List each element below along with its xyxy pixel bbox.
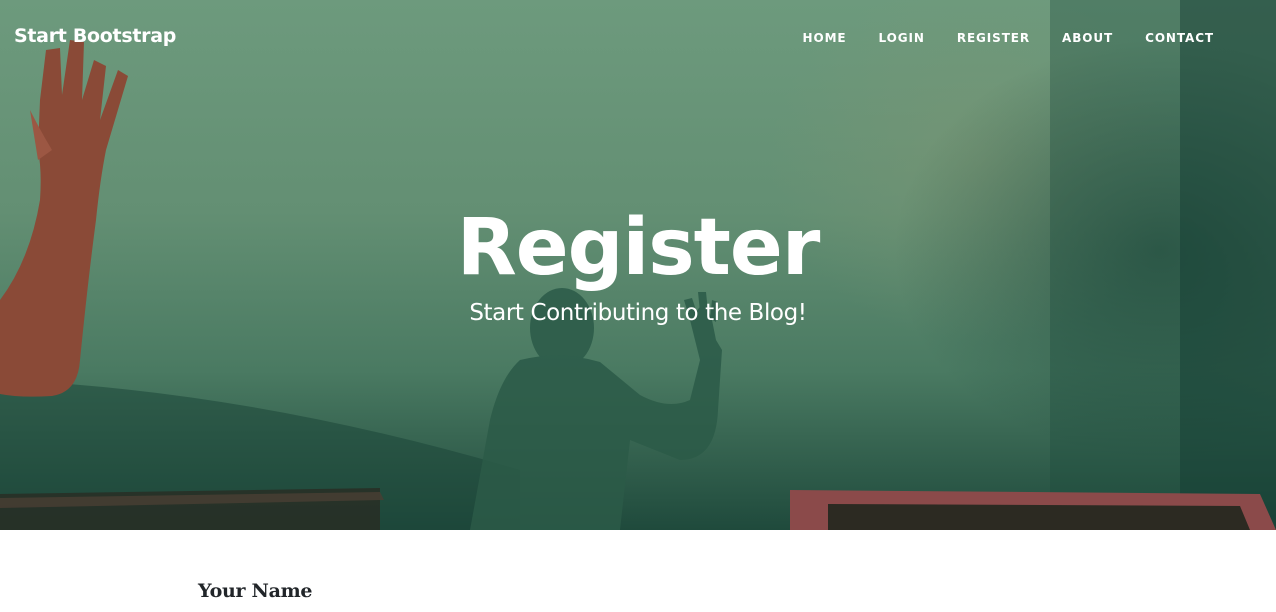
nav-link-register[interactable]: REGISTER <box>941 31 1046 45</box>
page-title: Register <box>456 203 821 293</box>
main-navbar: Start Bootstrap HOME LOGIN REGISTER ABOU… <box>0 0 1276 78</box>
nav-link-home[interactable]: HOME <box>787 31 863 45</box>
page-subtitle: Start Contributing to the Blog! <box>469 300 807 326</box>
page-header: Start Bootstrap HOME LOGIN REGISTER ABOU… <box>0 0 1276 530</box>
page-heading: Register Start Contributing to the Blog! <box>0 200 1276 328</box>
nav-link-about[interactable]: ABOUT <box>1046 31 1129 45</box>
nav-link-contact[interactable]: CONTACT <box>1129 31 1230 45</box>
brand-logo-link[interactable]: Start Bootstrap <box>14 25 176 47</box>
register-form-section: Your Name <box>0 530 1276 612</box>
nav-links: HOME LOGIN REGISTER ABOUT CONTACT <box>787 31 1230 45</box>
nav-link-login[interactable]: LOGIN <box>863 31 941 45</box>
name-field-label: Your Name <box>198 580 313 602</box>
